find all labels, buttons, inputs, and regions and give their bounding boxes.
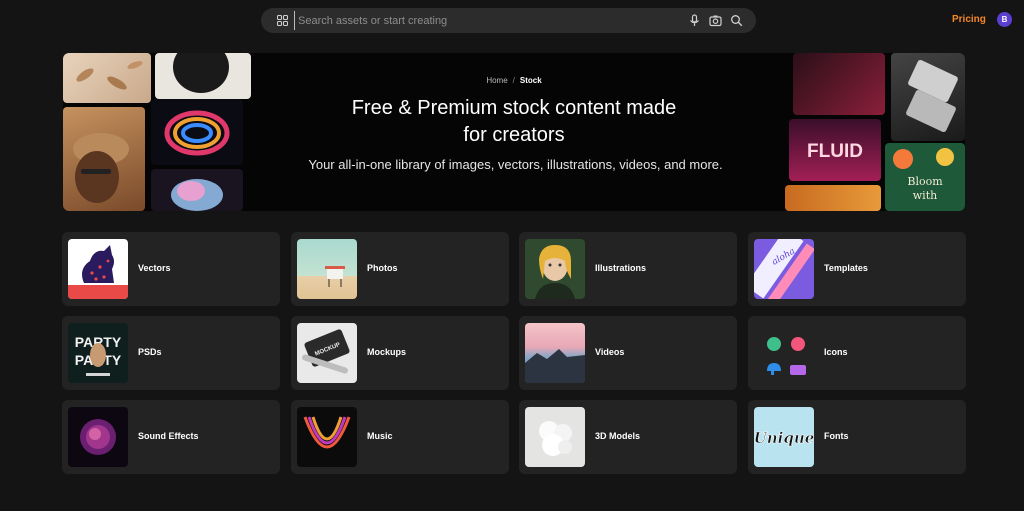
- category-label-mockups: Mockups: [367, 347, 407, 357]
- collage-bloom-image: Bloom with: [885, 143, 965, 211]
- collage-orange-image: [785, 185, 881, 211]
- category-label-illustrations: Illustrations: [595, 263, 647, 273]
- category-label-music: Music: [367, 431, 393, 441]
- category-card-music[interactable]: Music: [291, 400, 509, 474]
- collage-bloom-line1: Bloom: [907, 175, 943, 188]
- hero-banner: FLUID Bloom with Home / Stock Free & Premiu…: [63, 53, 965, 211]
- fonts-thumbnail: Unique: [754, 407, 814, 467]
- breadcrumb-separator: /: [512, 76, 515, 85]
- category-label-sound-effects: Sound Effects: [138, 431, 199, 441]
- category-label-photos: Photos: [367, 263, 398, 273]
- search-bar: [261, 8, 756, 33]
- category-card-sound-effects[interactable]: Sound Effects: [62, 400, 280, 474]
- collage-fluid-image: FLUID: [789, 119, 881, 181]
- breadcrumb: Home / Stock: [63, 76, 965, 85]
- page-title: Free & Premium stock content made for cr…: [314, 95, 714, 149]
- 3d-models-thumbnail: [525, 407, 585, 467]
- search-icon[interactable]: [730, 14, 743, 27]
- category-card-photos[interactable]: Photos: [291, 232, 509, 306]
- sound-effects-thumbnail: [68, 407, 128, 467]
- category-card-3d-models[interactable]: 3D Models: [519, 400, 737, 474]
- category-card-psds[interactable]: PARTYPARTY PSDs: [62, 316, 280, 390]
- category-card-mockups[interactable]: MOCKUP Mockups: [291, 316, 509, 390]
- breadcrumb-home[interactable]: Home: [486, 76, 507, 85]
- page-title-line1: Free & Premium stock content made: [351, 97, 677, 119]
- category-label-vectors: Vectors: [138, 263, 171, 273]
- apps-grid-icon[interactable]: [277, 15, 288, 26]
- collage-portrait-image: [63, 107, 145, 211]
- photos-thumbnail: [297, 239, 357, 299]
- collage-bloom-line2: with: [913, 189, 937, 202]
- category-label-videos: Videos: [595, 347, 625, 357]
- mockups-thumbnail: MOCKUP: [297, 323, 357, 383]
- top-bar: Pricing B: [0, 0, 1024, 42]
- search-input[interactable]: [294, 11, 664, 30]
- psds-thumbnail: PARTYPARTY: [68, 323, 128, 383]
- music-thumbnail: [297, 407, 357, 467]
- category-label-templates: Templates: [824, 263, 868, 273]
- vectors-thumbnail: [68, 239, 128, 299]
- category-card-templates[interactable]: aloha Templates: [748, 232, 966, 306]
- illustrations-thumbnail: [525, 239, 585, 299]
- collage-cards-image: [891, 53, 965, 141]
- page-subtitle: Your all-in-one library of images, vecto…: [308, 157, 723, 172]
- icons-thumbnail: [754, 323, 814, 383]
- microphone-icon[interactable]: [688, 14, 701, 27]
- breadcrumb-current: Stock: [519, 76, 542, 85]
- category-card-icons[interactable]: Icons: [748, 316, 966, 390]
- page-title-line2: for creators: [463, 124, 565, 146]
- collage-iridescent-image: [151, 169, 243, 211]
- category-label-icons: Icons: [824, 347, 848, 357]
- camera-icon[interactable]: [709, 14, 722, 27]
- fonts-thumb-text: Unique: [754, 429, 814, 447]
- collage-fluid-text: FLUID: [807, 141, 863, 162]
- category-label-psds: PSDs: [138, 347, 162, 357]
- category-card-fonts[interactable]: Unique Fonts: [748, 400, 966, 474]
- templates-thumbnail: aloha: [754, 239, 814, 299]
- category-card-vectors[interactable]: Vectors: [62, 232, 280, 306]
- collage-rainbow-image: [151, 99, 243, 165]
- category-label-fonts: Fonts: [824, 431, 849, 441]
- pricing-link[interactable]: Pricing: [952, 14, 986, 25]
- category-card-videos[interactable]: Videos: [519, 316, 737, 390]
- videos-thumbnail: [525, 323, 585, 383]
- category-card-illustrations[interactable]: Illustrations: [519, 232, 737, 306]
- category-label-3d-models: 3D Models: [595, 431, 641, 441]
- user-avatar[interactable]: B: [997, 12, 1012, 27]
